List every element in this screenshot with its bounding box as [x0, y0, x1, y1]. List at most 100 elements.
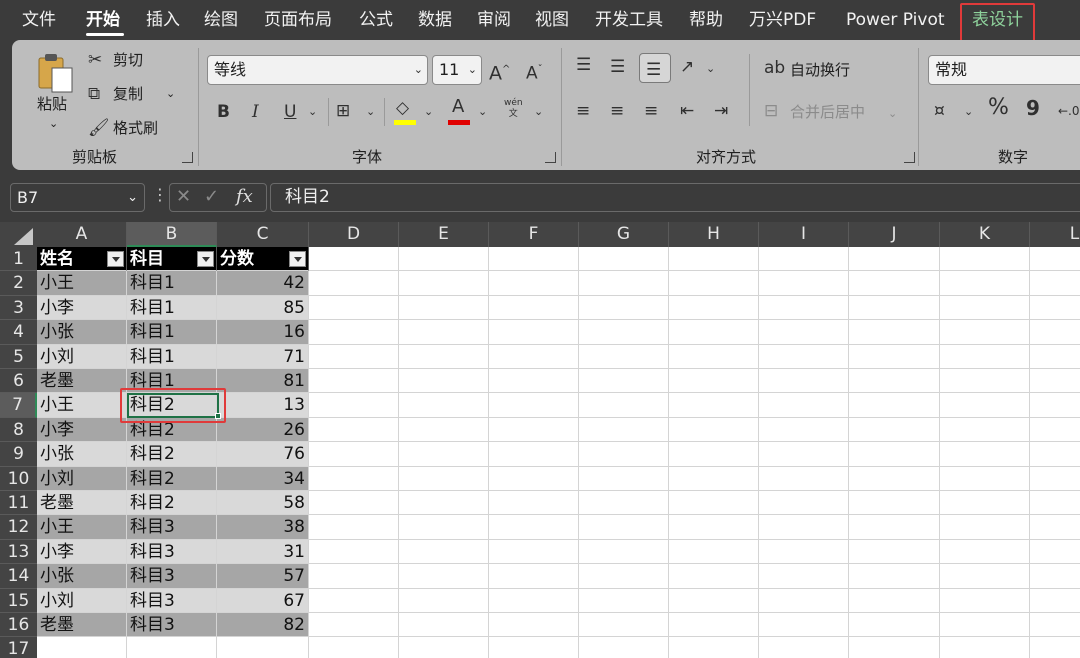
row-header-8[interactable]: 8 — [0, 417, 37, 443]
empty-cell[interactable] — [759, 320, 849, 345]
empty-cell[interactable] — [1030, 345, 1080, 369]
table-cell[interactable]: 老墨 — [37, 491, 127, 516]
row-header-7[interactable]: 7 — [0, 393, 37, 418]
empty-cell[interactable] — [669, 247, 759, 272]
empty-cell[interactable] — [399, 637, 489, 658]
empty-cell[interactable] — [399, 393, 489, 418]
menu-insert[interactable]: 插入 — [146, 8, 180, 32]
menu-draw[interactable]: 绘图 — [204, 8, 238, 32]
table-header-cell[interactable]: 姓名 — [37, 247, 127, 272]
border-icon[interactable]: ⊞ — [336, 101, 350, 121]
empty-cell[interactable] — [759, 588, 849, 613]
empty-cell[interactable] — [1030, 564, 1080, 589]
empty-cell[interactable] — [669, 320, 759, 345]
empty-cell[interactable] — [399, 491, 489, 516]
empty-cell[interactable] — [849, 564, 940, 589]
font-color-dropdown-icon[interactable]: ⌄ — [478, 102, 487, 122]
column-header-L[interactable]: L — [1030, 222, 1080, 247]
empty-cell[interactable] — [1030, 491, 1080, 516]
empty-cell[interactable] — [579, 271, 669, 296]
empty-cell[interactable] — [489, 369, 579, 394]
filter-dropdown-icon[interactable] — [289, 251, 306, 267]
empty-cell[interactable] — [309, 393, 399, 418]
table-cell[interactable]: 小李 — [37, 539, 127, 565]
menu-power-pivot[interactable]: Power Pivot — [846, 8, 945, 32]
empty-cell[interactable] — [489, 271, 579, 296]
empty-cell[interactable] — [940, 637, 1030, 658]
table-cell[interactable]: 科目3 — [127, 613, 217, 638]
table-cell[interactable]: 13 — [217, 393, 309, 418]
menu-formulas[interactable]: 公式 — [359, 8, 393, 32]
row-header-3[interactable]: 3 — [0, 295, 37, 321]
more-options-icon[interactable]: ⋮ — [152, 185, 168, 204]
table-cell[interactable]: 85 — [217, 295, 309, 321]
paste-dropdown-icon[interactable]: ⌄ — [49, 114, 58, 134]
empty-cell[interactable] — [309, 637, 399, 658]
table-cell[interactable]: 科目2 — [127, 466, 217, 491]
empty-cell[interactable] — [399, 369, 489, 394]
underline-dropdown-icon[interactable]: ⌄ — [308, 102, 317, 122]
empty-cell[interactable] — [1030, 467, 1080, 491]
comma-style-button[interactable]: 9 — [1026, 98, 1040, 118]
fill-color-icon[interactable]: ◇ — [396, 98, 409, 118]
name-box[interactable]: B7 ⌄ — [10, 183, 145, 212]
empty-cell[interactable] — [399, 442, 489, 467]
empty-cell[interactable] — [1030, 540, 1080, 565]
row-header-15[interactable]: 15 — [0, 588, 37, 613]
empty-cell[interactable] — [309, 491, 399, 516]
empty-cell[interactable] — [489, 588, 579, 613]
empty-cell[interactable] — [1030, 393, 1080, 418]
empty-cell[interactable] — [940, 271, 1030, 296]
empty-cell[interactable] — [579, 515, 669, 540]
table-cell[interactable]: 科目2 — [127, 491, 217, 516]
cancel-icon[interactable]: ✕ — [176, 186, 191, 207]
empty-cell[interactable] — [759, 344, 849, 369]
menu-home[interactable]: 开始 — [86, 8, 120, 32]
empty-cell[interactable] — [309, 442, 399, 467]
empty-cell[interactable] — [759, 491, 849, 516]
empty-cell[interactable] — [940, 417, 1030, 443]
empty-cell[interactable] — [399, 588, 489, 613]
row-header-2[interactable]: 2 — [0, 271, 37, 296]
row-header-12[interactable]: 12 — [0, 515, 37, 540]
empty-cell[interactable] — [940, 491, 1030, 516]
empty-cell[interactable] — [759, 515, 849, 540]
table-cell[interactable]: 科目3 — [127, 539, 217, 565]
empty-cell[interactable] — [940, 344, 1030, 369]
empty-cell[interactable] — [309, 564, 399, 589]
row-header-17[interactable]: 17 — [0, 637, 37, 658]
table-cell[interactable]: 科目1 — [127, 295, 217, 321]
font-size-combo[interactable]: 11 ⌄ — [432, 55, 482, 85]
format-painter-button[interactable]: 格式刷 — [113, 118, 158, 138]
percent-button[interactable]: % — [988, 97, 1009, 119]
filter-dropdown-icon[interactable] — [197, 251, 214, 267]
empty-cell[interactable] — [309, 344, 399, 369]
empty-cell[interactable] — [489, 417, 579, 443]
empty-cell[interactable] — [1030, 271, 1080, 296]
empty-cell[interactable] — [579, 613, 669, 638]
empty-cell[interactable] — [669, 637, 759, 658]
merge-center-button[interactable]: 合并后居中 — [790, 102, 865, 122]
table-cell[interactable]: 科目1 — [127, 320, 217, 345]
empty-cell[interactable] — [1030, 247, 1080, 272]
empty-cell[interactable] — [940, 515, 1030, 540]
empty-cell[interactable] — [309, 369, 399, 394]
table-cell[interactable]: 16 — [217, 320, 309, 345]
row-header-11[interactable]: 11 — [0, 491, 37, 516]
table-cell[interactable]: 31 — [217, 539, 309, 565]
empty-cell[interactable] — [579, 417, 669, 443]
table-cell[interactable]: 小王 — [37, 515, 127, 540]
phonetic-dropdown-icon[interactable]: ⌄ — [534, 102, 543, 122]
empty-cell[interactable] — [759, 466, 849, 491]
copy-button[interactable]: 复制 — [113, 84, 143, 104]
phonetic-icon[interactable]: wén 文 — [504, 98, 523, 120]
empty-cell[interactable] — [669, 417, 759, 443]
row-header-13[interactable]: 13 — [0, 539, 37, 565]
column-header-K[interactable]: K — [940, 222, 1030, 247]
table-header-cell[interactable]: 分数 — [217, 247, 309, 272]
table-cell[interactable]: 38 — [217, 515, 309, 540]
empty-cell[interactable] — [759, 247, 849, 272]
table-cell[interactable]: 小刘 — [37, 466, 127, 491]
empty-cell[interactable] — [309, 295, 399, 321]
empty-cell[interactable] — [759, 369, 849, 394]
